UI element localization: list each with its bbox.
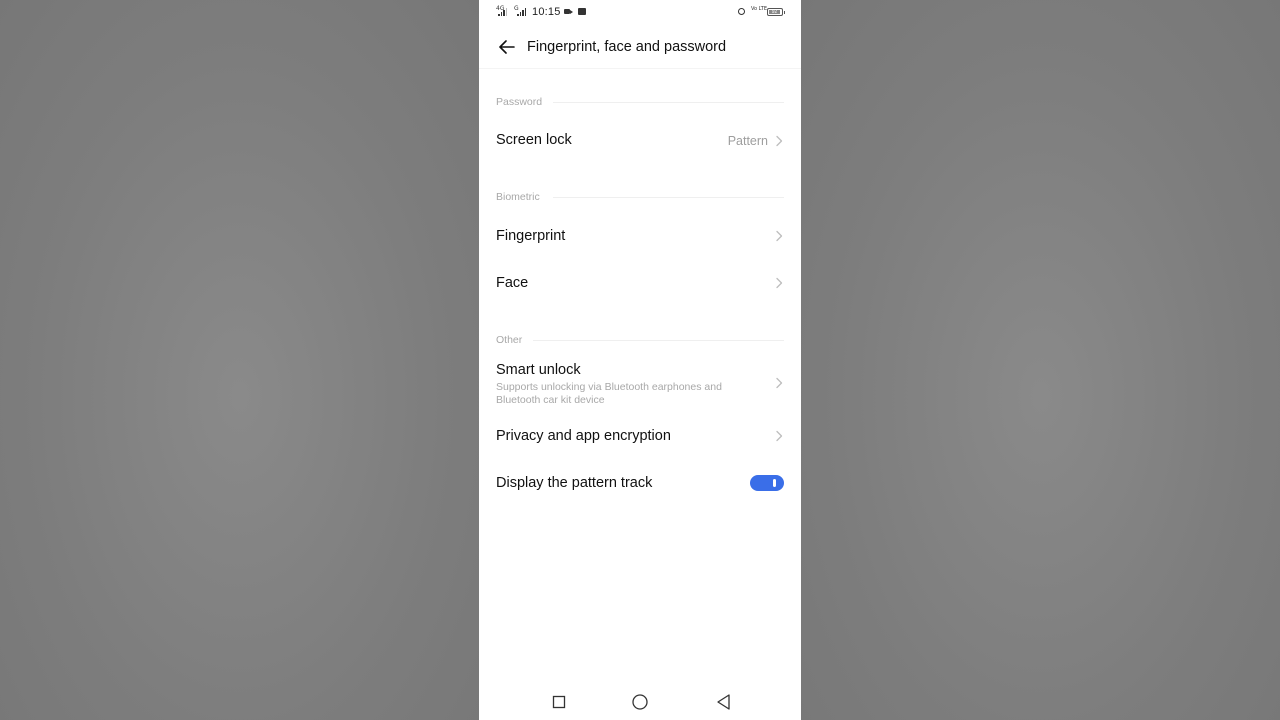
chevron-right-icon	[776, 277, 783, 289]
clock: 10:15	[532, 6, 561, 18]
volte-indicator: Vo LTE	[751, 6, 767, 12]
background-right	[801, 0, 1280, 720]
privacy-encryption-row[interactable]: Privacy and app encryption	[479, 414, 801, 458]
fingerprint-title: Fingerprint	[496, 228, 566, 244]
home-circle-icon[interactable]	[630, 692, 650, 712]
alarm-icon	[738, 8, 745, 15]
video-icon	[564, 9, 573, 14]
smart-unlock-title: Smart unlock	[496, 362, 581, 378]
phone-screen: 4G G 10:15 Vo LTE 92 Fingerprint, face a…	[479, 0, 801, 720]
section-label-biometric: Biometric	[496, 191, 540, 203]
navigation-bar	[479, 684, 801, 720]
section-divider	[553, 197, 784, 198]
privacy-encryption-title: Privacy and app encryption	[496, 428, 671, 444]
smart-unlock-subtitle: Supports unlocking via Bluetooth earphon…	[496, 381, 722, 406]
chevron-right-icon	[776, 430, 783, 442]
arrow-left-icon[interactable]	[497, 37, 517, 57]
signal-icon	[498, 8, 507, 16]
section-label-other: Other	[496, 334, 523, 346]
screen-lock-title: Screen lock	[496, 132, 572, 148]
pattern-track-toggle[interactable]	[750, 475, 784, 491]
status-bar: 4G G 10:15 Vo LTE 92	[479, 0, 801, 26]
face-title: Face	[496, 275, 529, 291]
mail-icon	[578, 8, 586, 15]
battery-level: 92	[769, 10, 780, 15]
page-title: Fingerprint, face and password	[527, 39, 727, 55]
screen-lock-value: Pattern	[727, 134, 768, 148]
section-divider	[533, 340, 784, 341]
back-triangle-icon[interactable]	[714, 692, 734, 712]
background-left	[0, 0, 479, 720]
recents-square-icon[interactable]	[549, 692, 569, 712]
fingerprint-row[interactable]: Fingerprint	[479, 214, 801, 258]
screen-lock-row[interactable]: Screen lock Pattern	[479, 118, 801, 164]
pattern-track-title: Display the pattern track	[496, 475, 653, 491]
chevron-right-icon	[776, 230, 783, 242]
signal-icon-2	[517, 8, 526, 16]
toggle-knob	[773, 479, 776, 487]
app-header: Fingerprint, face and password	[479, 26, 801, 68]
smart-unlock-row[interactable]: Smart unlock Supports unlocking via Blue…	[479, 356, 801, 410]
chevron-right-icon	[776, 135, 783, 147]
header-divider	[479, 68, 801, 69]
face-row[interactable]: Face	[479, 261, 801, 305]
chevron-right-icon	[776, 377, 783, 389]
section-divider	[553, 102, 784, 103]
battery-icon: 92	[767, 8, 785, 16]
section-label-password: Password	[496, 96, 543, 108]
pattern-track-row: Display the pattern track	[479, 461, 801, 505]
